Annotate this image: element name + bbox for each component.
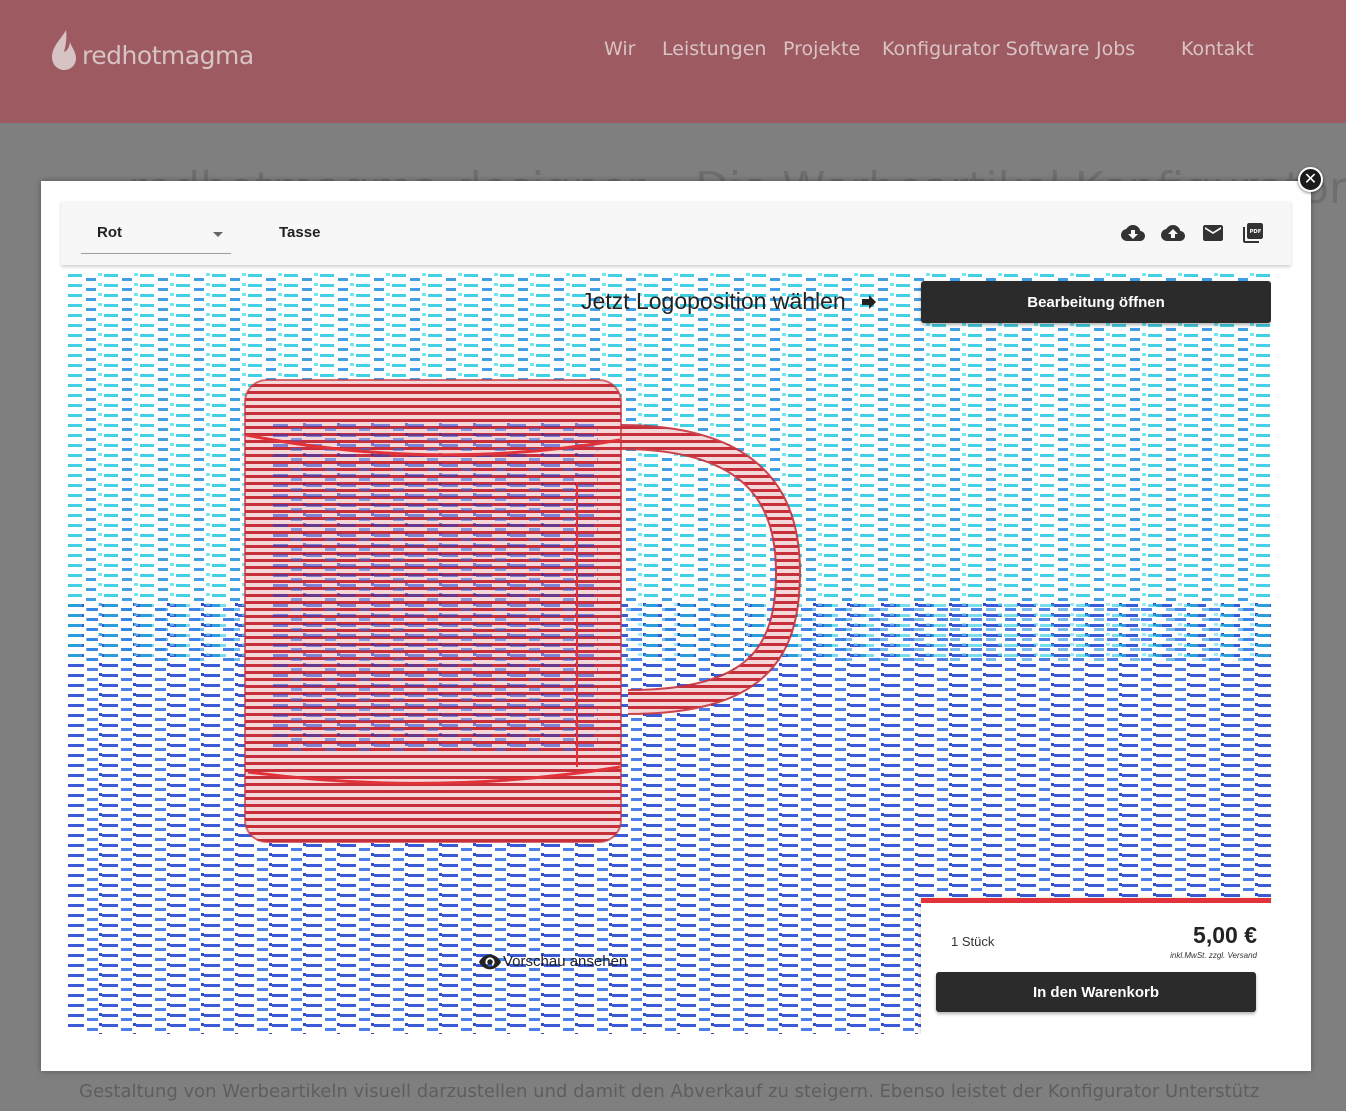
add-to-cart-button[interactable]: In den Warenkorb	[936, 972, 1256, 1012]
logo-position-prompt: Jetzt Logoposition wählen	[581, 288, 878, 315]
nav-item-jobs[interactable]: Jobs	[1096, 38, 1135, 60]
site-header: redhotmagma Wir Leistungen Projekte Konf…	[0, 0, 1346, 123]
quantity-label: 1 Stück	[951, 934, 995, 949]
mail-icon[interactable]	[1201, 221, 1225, 245]
cloud-upload-icon[interactable]	[1161, 221, 1185, 245]
product-preview-stage[interactable]: Jetzt Logoposition wählen Bearbeitung öf…	[68, 272, 1271, 1034]
product-name: Tasse	[279, 224, 321, 241]
nav-item-kontakt[interactable]: Kontakt	[1181, 38, 1254, 60]
open-editor-button[interactable]: Bearbeitung öffnen	[921, 281, 1271, 323]
chevron-down-icon	[213, 232, 223, 237]
logo-position-prompt-text: Jetzt Logoposition wählen	[581, 288, 846, 314]
price-box: 1 Stück 5,00 € inkl.MwSt. zzgl. Versand …	[921, 898, 1271, 1034]
toolbar-actions: PDF	[1105, 221, 1265, 245]
color-select-value: Rot	[97, 224, 122, 241]
preview-link[interactable]: Vorschau ansehen	[479, 953, 627, 970]
price-note: inkl.MwSt. zzgl. Versand	[1170, 951, 1257, 960]
pdf-icon[interactable]: PDF	[1241, 221, 1265, 245]
configurator-modal: Rot Tasse PDF Jetzt Logoposition wählen …	[41, 181, 1311, 1071]
configurator-toolbar: Rot Tasse PDF	[61, 201, 1291, 265]
nav-item-projekte[interactable]: Projekte	[783, 38, 860, 60]
main-nav: Wir Leistungen Projekte Konfigurator Sof…	[0, 38, 1346, 64]
page-paragraph: Gestaltung von Werbeartikeln visuell dar…	[79, 1081, 1259, 1102]
color-select[interactable]: Rot	[81, 215, 231, 254]
nav-item-wir[interactable]: Wir	[604, 38, 635, 60]
price-value: 5,00 €	[1193, 922, 1257, 948]
nav-item-leistungen[interactable]: Leistungen	[662, 38, 766, 60]
close-icon[interactable]: ✕	[1298, 167, 1323, 192]
svg-text:PDF: PDF	[1250, 229, 1262, 235]
eye-icon	[479, 954, 501, 969]
arrow-right-icon	[861, 294, 876, 309]
cloud-download-icon[interactable]	[1121, 221, 1145, 245]
nav-item-konfigurator-software[interactable]: Konfigurator Software	[882, 38, 1089, 60]
preview-link-label: Vorschau ansehen	[503, 953, 628, 970]
